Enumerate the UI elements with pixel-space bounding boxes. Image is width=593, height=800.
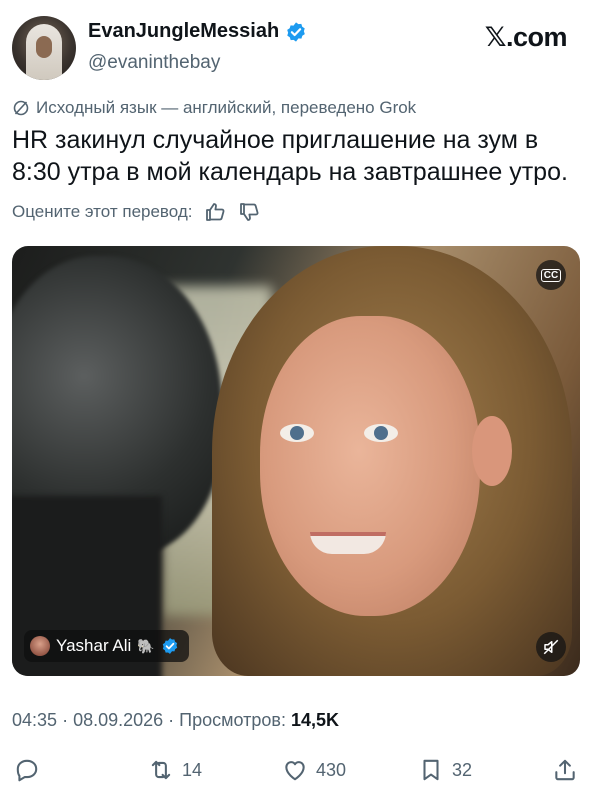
meta-separator: · <box>62 710 74 730</box>
thumbs-up-icon[interactable] <box>203 200 227 224</box>
rate-translation-row: Оцените этот перевод: <box>12 200 261 224</box>
heart-icon <box>285 761 305 781</box>
source-verified-badge-icon <box>161 637 179 655</box>
tweet-actions-bar: 14 430 32 <box>0 752 593 788</box>
bookmark-button[interactable]: 32 <box>418 752 472 788</box>
source-name: Yashar Ali <box>56 636 132 655</box>
views-count: 14,5K <box>290 710 340 730</box>
like-count: 430 <box>316 759 347 780</box>
speaker-muted-icon <box>543 639 559 655</box>
avatar-face <box>36 36 52 58</box>
retweet-icon <box>151 760 171 780</box>
translation-notice: Исходный язык — английский, переведено G… <box>12 98 416 118</box>
media-source-tag[interactable]: Yashar Ali 🐘 <box>24 630 189 662</box>
video-woman-ear <box>472 416 512 486</box>
retweet-button[interactable]: 14 <box>148 752 202 788</box>
meta-separator: · <box>168 710 180 730</box>
closed-captions-label: CC <box>540 268 562 282</box>
retweet-count: 14 <box>182 759 203 780</box>
closed-captions-button[interactable]: CC <box>536 260 566 290</box>
tweet-time[interactable]: 04:35 <box>12 710 57 730</box>
translate-icon <box>12 99 30 117</box>
bookmark-count: 32 <box>452 759 473 780</box>
translation-notice-text: Исходный язык — английский, переведено G… <box>36 98 417 117</box>
author-handle[interactable]: @evaninthebay <box>88 52 220 74</box>
author-avatar[interactable] <box>12 16 76 80</box>
mute-button[interactable] <box>536 632 566 662</box>
tweet-date[interactable]: 08.09.2026 <box>73 710 163 730</box>
reply-button[interactable] <box>14 752 40 788</box>
like-button[interactable]: 430 <box>282 752 346 788</box>
views-label: Просмотров: <box>179 710 286 730</box>
tweet-meta: 04:35 · 08.09.2026 · Просмотров: 14,5K <box>12 710 339 731</box>
verified-badge-icon <box>285 21 307 43</box>
share-icon <box>555 759 575 781</box>
video-media[interactable]: CC Yashar Ali 🐘 <box>12 246 580 676</box>
video-woman-right-eye <box>364 424 398 442</box>
site-brand-logo: 𝕏.com <box>484 22 568 52</box>
author-name-row: EvanJungleMessiah <box>88 20 307 43</box>
thumbs-down-icon[interactable] <box>237 200 261 224</box>
video-woman-smile <box>310 532 386 554</box>
rate-translation-prompt: Оцените этот перевод: <box>12 202 193 221</box>
video-woman-left-eye <box>280 424 314 442</box>
author-display-name[interactable]: EvanJungleMessiah <box>88 20 279 43</box>
share-button[interactable] <box>552 752 578 788</box>
bookmark-icon <box>423 759 439 781</box>
source-avatar <box>30 636 50 656</box>
video-woman-face <box>260 316 480 616</box>
reply-icon <box>16 759 38 782</box>
tweet-text: HR закинул случайное приглашение на зум … <box>12 126 568 186</box>
elephant-emoji-icon: 🐘 <box>137 637 155 654</box>
